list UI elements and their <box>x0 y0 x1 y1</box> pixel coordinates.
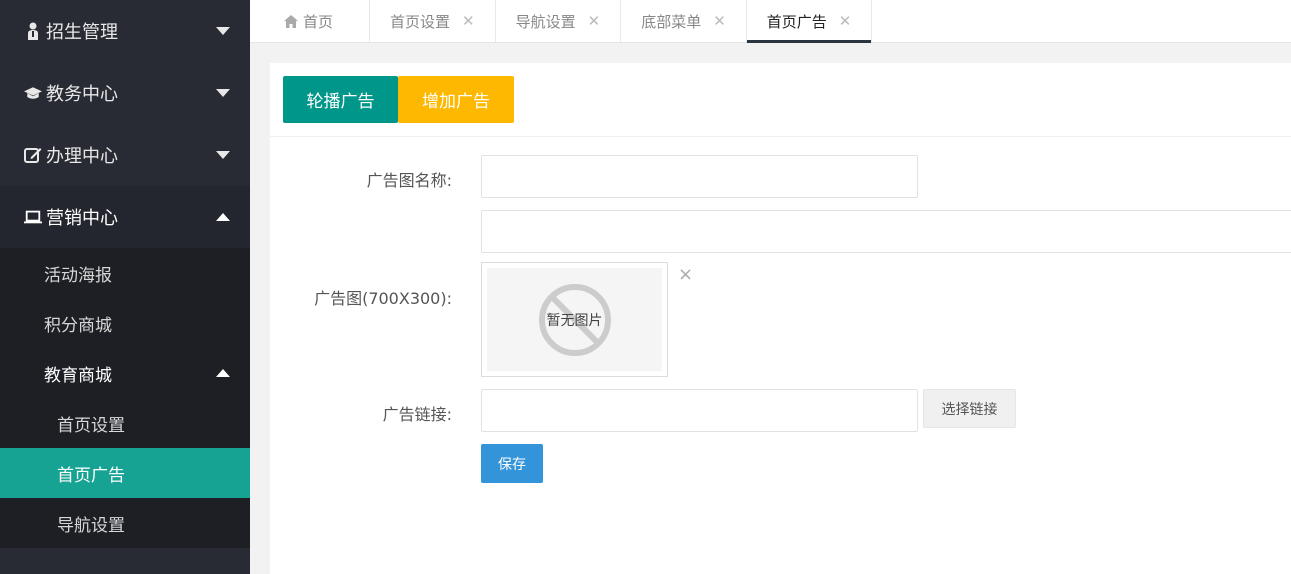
ad-link-label: 广告链接: <box>382 405 452 424</box>
sidebar-item-label: 导航设置 <box>57 515 125 536</box>
sidebar-group-label: 教务中心 <box>46 84 118 105</box>
chevron-down-icon <box>216 151 230 159</box>
image-upload[interactable]: 暂无图片 <box>481 262 668 377</box>
sidebar-item-activity-poster[interactable]: 活动海报 <box>0 248 250 298</box>
sidebar-group-label: 营销中心 <box>46 208 118 229</box>
sidebar-item-home-settings[interactable]: 首页设置 <box>0 398 250 448</box>
ad-link-input[interactable] <box>481 389 918 432</box>
sidebar-item-label: 首页广告 <box>57 465 125 486</box>
sidebar-item-label: 积分商城 <box>44 315 112 336</box>
tab-label: 首页设置 <box>390 12 451 31</box>
tab-bar: 首页 首页设置 ✕ 导航设置 ✕ 底部菜单 ✕ 首页广告 ✕ <box>250 0 1291 43</box>
sidebar-item-home-ads[interactable]: 首页广告 <box>0 448 250 498</box>
remove-image-icon[interactable]: × <box>678 264 693 285</box>
image-placeholder: 暂无图片 <box>487 268 662 371</box>
close-icon[interactable]: ✕ <box>839 12 852 30</box>
sidebar-item-edu-mall[interactable]: 教育商城 <box>0 348 250 398</box>
carousel-ads-button[interactable]: 轮播广告 <box>283 76 398 123</box>
tab-label: 首页 <box>303 12 334 31</box>
sidebar-group-label: 招生管理 <box>46 22 118 43</box>
tab-nav-settings[interactable]: 导航设置 ✕ <box>496 0 622 42</box>
sidebar: 招生管理 教务中心 办理中心 营销中心 活动海报 积分商城 教育商城 首页设置 … <box>0 0 250 574</box>
sidebar-group-label: 办理中心 <box>46 146 118 167</box>
content-card: 轮播广告 增加广告 广告图名称: 广告图(700X300): 暂无图片 × 广告… <box>270 63 1291 574</box>
tab-home-settings[interactable]: 首页设置 ✕ <box>370 0 496 42</box>
tab-label: 首页广告 <box>766 12 827 31</box>
chevron-down-icon <box>216 89 230 97</box>
tab-home-ads[interactable]: 首页广告 ✕ <box>746 0 873 43</box>
chevron-up-icon <box>216 369 230 377</box>
tab-bottom-menu[interactable]: 底部菜单 ✕ <box>621 0 747 42</box>
tab-label: 导航设置 <box>515 12 576 31</box>
close-icon[interactable]: ✕ <box>462 12 475 30</box>
chevron-up-icon <box>216 213 230 221</box>
user-icon <box>24 22 42 40</box>
card-header: 轮播广告 增加广告 <box>270 63 1291 137</box>
ad-image-label: 广告图(700X300): <box>314 289 452 308</box>
ad-name-label: 广告图名称: <box>366 171 452 190</box>
tab-home[interactable]: 首页 <box>250 0 370 42</box>
sidebar-group-admissions[interactable]: 招生管理 <box>0 0 250 62</box>
sidebar-item-label: 教育商城 <box>44 365 112 386</box>
tab-label: 底部菜单 <box>641 12 702 31</box>
graduation-cap-icon <box>24 84 42 102</box>
ad-extra-input[interactable] <box>481 210 1291 253</box>
close-icon[interactable]: ✕ <box>713 12 726 30</box>
chevron-down-icon <box>216 27 230 35</box>
sidebar-group-academic[interactable]: 教务中心 <box>0 62 250 124</box>
laptop-icon <box>24 208 42 226</box>
sidebar-item-label: 首页设置 <box>57 415 125 436</box>
sidebar-group-processing[interactable]: 办理中心 <box>0 124 250 186</box>
marketing-submenu: 活动海报 积分商城 教育商城 首页设置 首页广告 导航设置 <box>0 248 250 548</box>
save-button[interactable]: 保存 <box>481 444 543 483</box>
no-image-text: 暂无图片 <box>546 312 603 329</box>
add-ad-button[interactable]: 增加广告 <box>398 76 514 123</box>
close-icon[interactable]: ✕ <box>588 12 601 30</box>
sidebar-item-points-mall[interactable]: 积分商城 <box>0 298 250 348</box>
sidebar-item-label: 活动海报 <box>44 265 112 286</box>
sidebar-group-marketing[interactable]: 营销中心 <box>0 186 250 248</box>
select-link-button[interactable]: 选择链接 <box>923 389 1016 428</box>
home-icon <box>284 14 298 28</box>
ad-name-input[interactable] <box>481 155 918 198</box>
edit-icon <box>24 146 42 164</box>
sidebar-item-nav-settings[interactable]: 导航设置 <box>0 498 250 548</box>
